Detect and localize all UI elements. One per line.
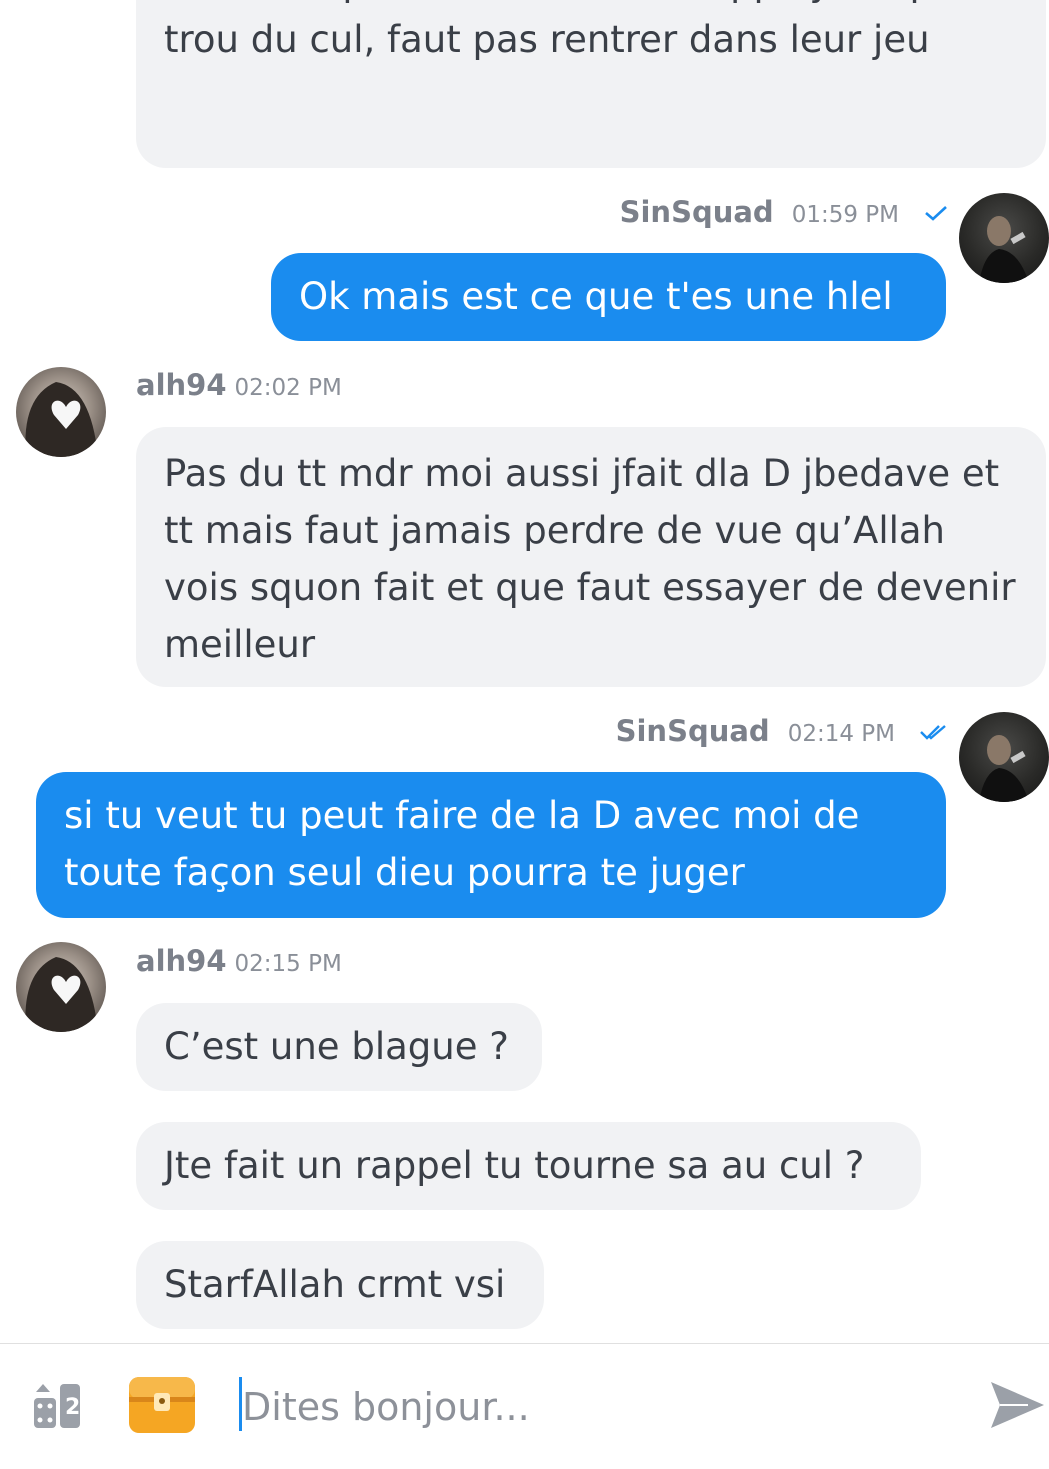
treasure-chest-icon[interactable] <box>127 1373 197 1437</box>
message-text: Pas du tt mdr moi aussi jfait dla D jbed… <box>164 452 1016 666</box>
svg-text:2: 2 <box>65 1395 80 1420</box>
dice-games-icon[interactable]: 2 <box>30 1380 84 1434</box>
message-bubble-incoming[interactable]: Puis ta capter on est sur une appli ya b… <box>136 0 1046 168</box>
message-text: si tu veut tu peut faire de la D avec mo… <box>64 794 860 894</box>
message-meta: SinSquad 01:59 PM <box>620 195 949 229</box>
avatar[interactable] <box>959 712 1049 802</box>
message-text: Puis ta capter on est sur une appli ya b… <box>164 0 991 61</box>
message-bubble-outgoing[interactable]: Ok mais est ce que t'es une hlel <box>271 253 946 341</box>
message-meta: alh94 02:02 PM <box>136 368 342 402</box>
message-input[interactable]: Dites bonjour... <box>242 1385 530 1429</box>
message-time: 02:14 PM <box>787 721 895 747</box>
message-text: Ok mais est ce que t'es une hlel <box>299 275 893 318</box>
message-meta: alh94 02:15 PM <box>136 944 342 978</box>
sender-name[interactable]: alh94 <box>136 368 227 402</box>
message-time: 02:02 PM <box>234 375 342 401</box>
sent-check-icon <box>925 206 947 221</box>
avatar[interactable] <box>16 367 106 457</box>
read-double-check-icon <box>920 725 946 740</box>
sender-name[interactable]: SinSquad <box>620 195 774 229</box>
message-text: Jte fait un rappel tu tourne sa au cul ? <box>164 1144 865 1187</box>
send-icon[interactable] <box>988 1378 1046 1432</box>
message-time: 01:59 PM <box>791 202 899 228</box>
message-time: 02:15 PM <box>234 951 342 977</box>
message-text: StarfAllah crmt vsi <box>164 1263 506 1306</box>
message-bubble-incoming[interactable]: Jte fait un rappel tu tourne sa au cul ? <box>136 1122 921 1210</box>
sender-name[interactable]: SinSquad <box>616 714 770 748</box>
message-meta: SinSquad 02:14 PM <box>616 714 949 748</box>
avatar[interactable] <box>16 942 106 1032</box>
message-text: C’est une blague ? <box>164 1025 509 1068</box>
message-bubble-incoming[interactable]: Pas du tt mdr moi aussi jfait dla D jbed… <box>136 427 1046 687</box>
message-bubble-outgoing[interactable]: si tu veut tu peut faire de la D avec mo… <box>36 772 946 918</box>
avatar[interactable] <box>959 193 1049 283</box>
message-bubble-incoming[interactable]: StarfAllah crmt vsi <box>136 1241 544 1329</box>
sender-name[interactable]: alh94 <box>136 944 227 978</box>
message-bubble-incoming[interactable]: C’est une blague ? <box>136 1003 542 1091</box>
